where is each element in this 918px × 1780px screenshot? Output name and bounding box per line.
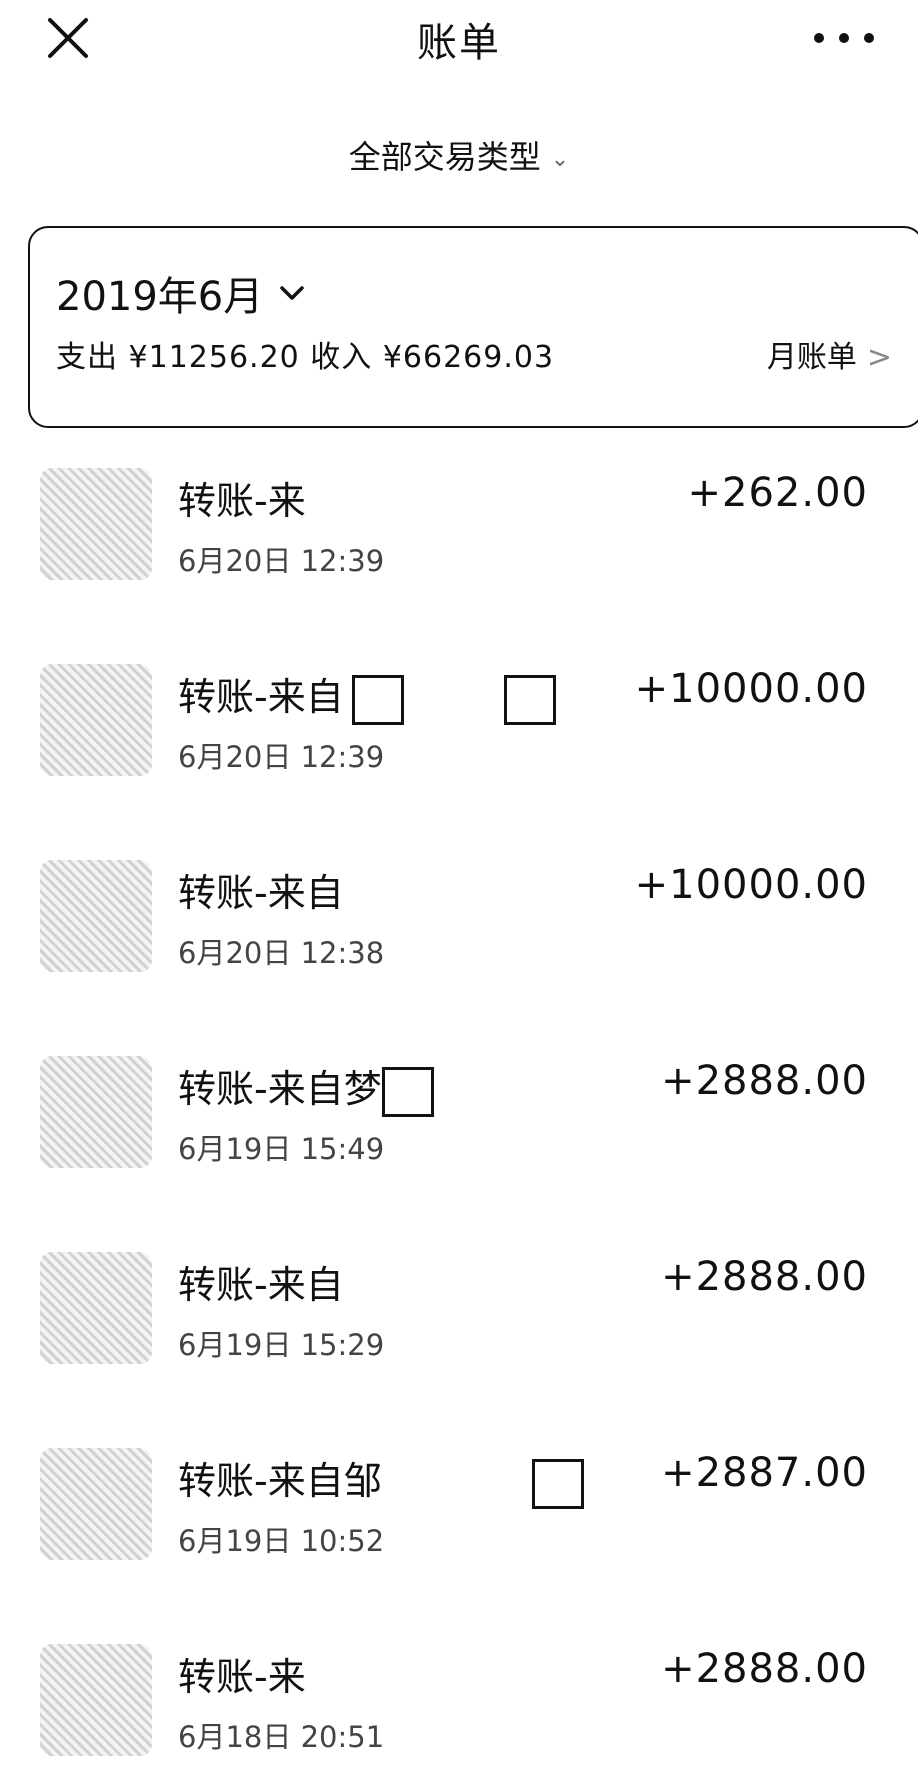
more-dot-icon (864, 33, 874, 43)
more-dot-icon (839, 33, 849, 43)
avatar (40, 664, 152, 776)
month-label: 2019年6月 (56, 274, 264, 320)
monthly-bill-label: 月账单 (766, 340, 857, 375)
more-button[interactable] (814, 26, 874, 50)
avatar (40, 1644, 152, 1756)
monthly-bill-link[interactable]: 月账单 > (767, 332, 892, 376)
transaction-row[interactable]: 转账-来自梦 6月19日 15:49 +2888.00 (0, 1028, 918, 1224)
transaction-time: 6月20日 12:39 (178, 740, 385, 774)
avatar (40, 1448, 152, 1560)
transaction-amount: +2888.00 (661, 1058, 868, 1104)
transaction-time: 6月20日 12:38 (178, 936, 385, 970)
transaction-time: 6月20日 12:39 (178, 544, 385, 578)
month-summary-card: 2019年6月 支出 ¥11256.20 收入 ¥66269.03 月账单 > (28, 226, 918, 428)
transaction-time: 6月19日 15:29 (178, 1328, 385, 1362)
redaction-box (531, 1458, 584, 1509)
transaction-title: 转账-来自 (178, 871, 344, 915)
transaction-row[interactable]: 转账-来自 6月20日 12:38 +10000.00 (0, 832, 918, 1028)
transaction-title: 转账-来 (178, 1655, 306, 1699)
month-summary-text: 支出 ¥11256.20 收入 ¥66269.03 (56, 340, 555, 375)
transaction-time: 6月19日 10:52 (178, 1524, 385, 1558)
transaction-row[interactable]: 转账-来 6月20日 12:39 +262.00 (0, 440, 918, 636)
transaction-title: 转账-来自 (178, 1263, 344, 1307)
transaction-row[interactable]: 转账-来自 6月20日 12:39 +10000.00 (0, 636, 918, 832)
chevron-right-icon: > (866, 340, 892, 375)
transaction-amount: +262.00 (687, 470, 868, 516)
transaction-row[interactable]: 转账-来 6月18日 20:51 +2888.00 (0, 1616, 918, 1780)
redaction-box (503, 674, 556, 725)
transaction-title: 转账-来自 (178, 675, 344, 719)
redaction-box (351, 674, 404, 725)
transaction-title-wrap: 转账-来自 (178, 666, 556, 725)
transaction-title-wrap: 转账-来自梦 (178, 1058, 434, 1117)
avatar (40, 468, 152, 580)
filter-label: 全部交易类型 (348, 138, 541, 176)
transaction-title: 转账-来 (178, 479, 306, 523)
transaction-type-filter[interactable]: 全部交易类型 ⌄ (0, 132, 918, 178)
month-selector[interactable]: 2019年6月 (56, 264, 305, 322)
more-dot-icon (814, 33, 824, 43)
transaction-row[interactable]: 转账-来自 6月19日 15:29 +2888.00 (0, 1224, 918, 1420)
transaction-amount: +2887.00 (661, 1450, 868, 1496)
transaction-amount: +10000.00 (634, 862, 868, 908)
transaction-time: 6月18日 20:51 (178, 1720, 385, 1754)
transaction-row[interactable]: 转账-来自邹 6月19日 10:52 +2887.00 (0, 1420, 918, 1616)
transaction-time: 6月19日 15:49 (178, 1132, 385, 1166)
avatar (40, 860, 152, 972)
avatar (40, 1252, 152, 1364)
top-bar: 账单 (0, 0, 918, 80)
transaction-title: 转账-来自梦 (178, 1067, 382, 1111)
transaction-amount: +10000.00 (634, 666, 868, 712)
transaction-amount: +2888.00 (661, 1254, 868, 1300)
chevron-down-icon: ⌄ (550, 146, 570, 172)
transaction-list: 转账-来 6月20日 12:39 +262.00 转账-来自 6月20日 12:… (0, 440, 918, 1780)
page-title: 账单 (417, 20, 501, 66)
redaction-box (381, 1066, 434, 1117)
transaction-amount: +2888.00 (661, 1646, 868, 1692)
avatar (40, 1056, 152, 1168)
chevron-down-icon (280, 286, 304, 300)
transaction-title-wrap: 转账-来自邹 (178, 1450, 584, 1509)
transaction-title: 转账-来自邹 (178, 1459, 382, 1503)
